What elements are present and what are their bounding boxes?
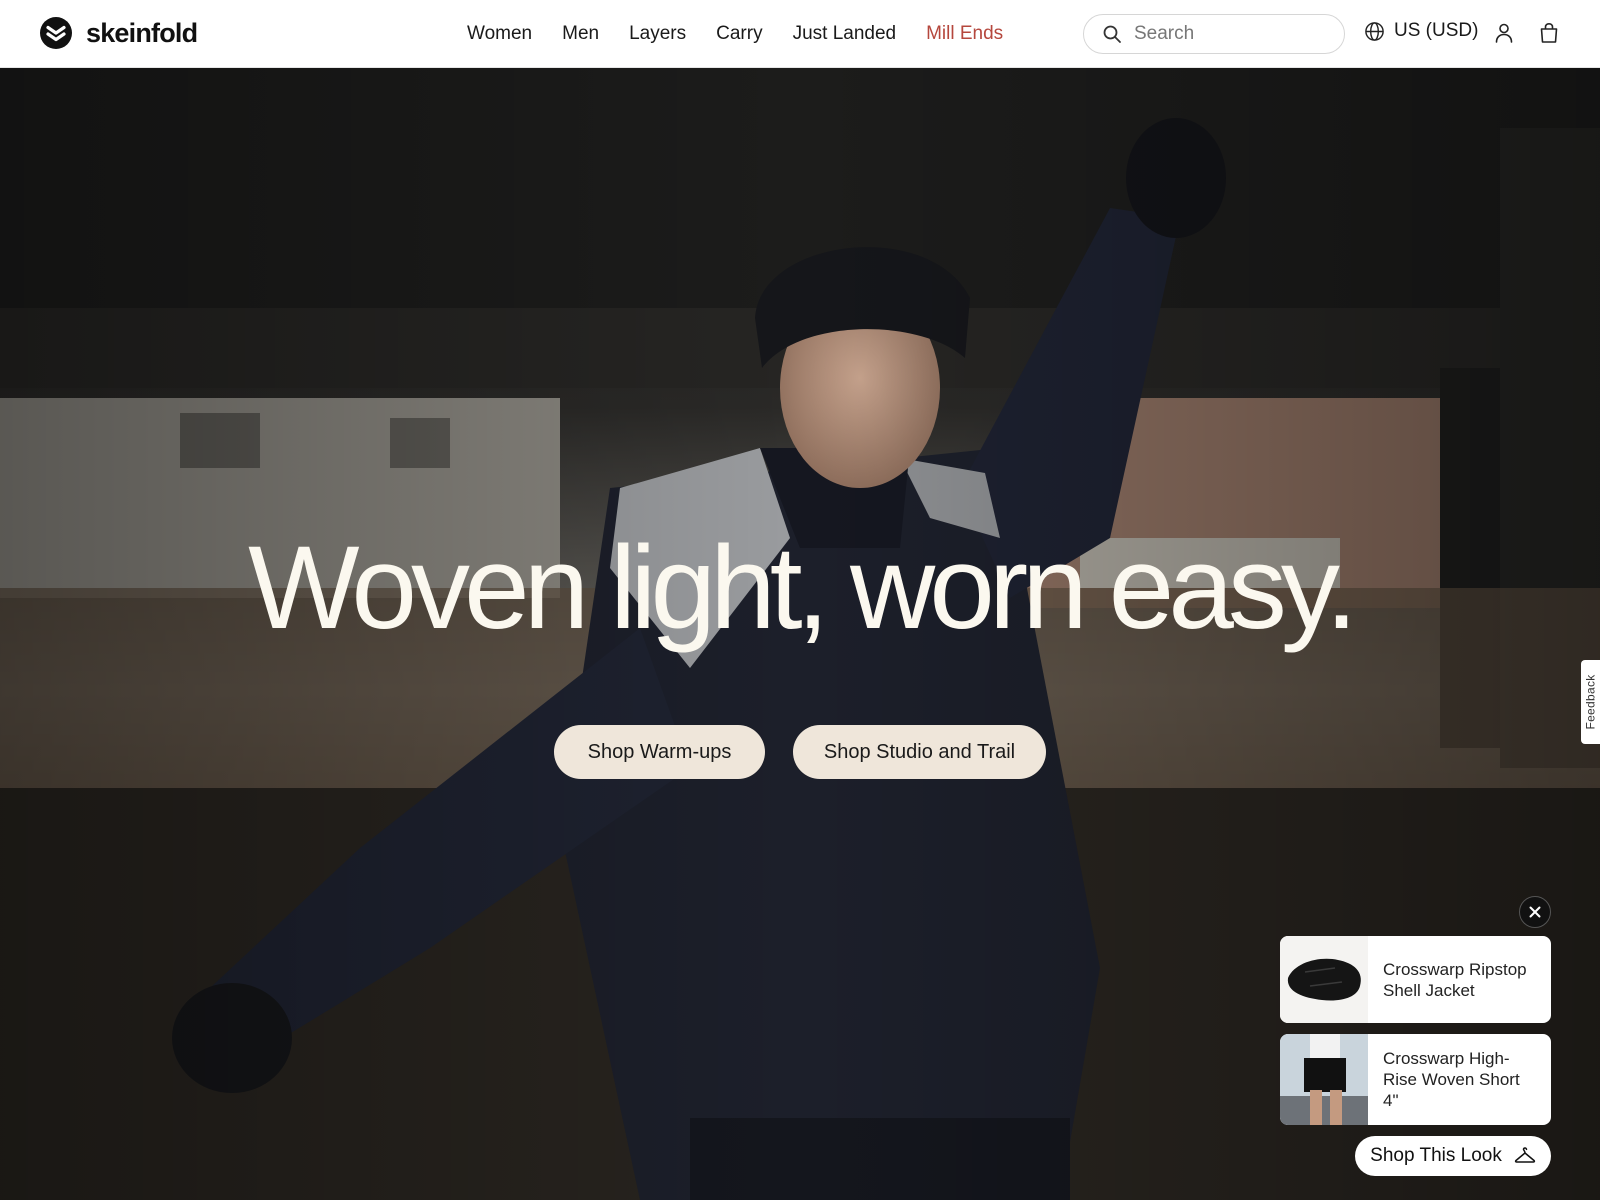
- product-image-jacket: [1280, 936, 1368, 1023]
- product-image-short: [1280, 1034, 1368, 1125]
- close-icon: [1529, 906, 1541, 918]
- search-icon: [1103, 25, 1121, 43]
- locale-selector[interactable]: US (USD): [1364, 20, 1478, 42]
- feedback-tab[interactable]: Feedback: [1581, 660, 1600, 744]
- nav-item-just-landed[interactable]: Just Landed: [793, 23, 897, 45]
- globe-icon: [1365, 21, 1384, 41]
- shop-studio-and-trail-button[interactable]: Shop Studio and Trail: [793, 725, 1046, 779]
- person-icon[interactable]: [1492, 21, 1516, 45]
- hero-banner: Woven light, worn easy. Shop Warm-ups Sh…: [0, 68, 1600, 1200]
- search-box[interactable]: [1083, 14, 1345, 54]
- brand-name: skeinfold: [86, 18, 198, 48]
- product-card-short[interactable]: Crosswarp High-Rise Woven Short 4": [1280, 1034, 1551, 1125]
- shop-this-look-label: Shop This Look: [1370, 1145, 1502, 1166]
- shop-warm-ups-button[interactable]: Shop Warm-ups: [554, 725, 765, 779]
- hanger-icon: [1514, 1147, 1535, 1163]
- product-card-jacket[interactable]: Crosswarp Ripstop Shell Jacket: [1280, 936, 1551, 1023]
- search-input[interactable]: [1134, 23, 1334, 45]
- shopping-bag-icon[interactable]: [1537, 21, 1561, 45]
- product-name-short: Crosswarp High-Rise Woven Short 4": [1383, 1049, 1520, 1110]
- nav-item-men[interactable]: Men: [562, 23, 599, 45]
- nav-item-layers[interactable]: Layers: [629, 23, 686, 45]
- site-header: skeinfold Women Men Layers Carry Just La…: [0, 0, 1600, 68]
- nav-item-women[interactable]: Women: [467, 23, 532, 45]
- chevron-logo-icon: [40, 17, 72, 49]
- main-nav: Women Men Layers Carry Just Landed Mill …: [467, 0, 1003, 68]
- feedback-label: Feedback: [1583, 674, 1598, 730]
- brand-logo[interactable]: skeinfold: [40, 17, 198, 49]
- locale-label: US (USD): [1394, 20, 1479, 41]
- nav-item-carry[interactable]: Carry: [716, 23, 762, 45]
- product-name-jacket: Crosswarp Ripstop Shell Jacket: [1383, 959, 1527, 1000]
- nav-item-mill-ends[interactable]: Mill Ends: [926, 23, 1003, 45]
- hero-headline: Woven light, worn easy.: [248, 522, 1358, 654]
- close-look-button[interactable]: [1519, 896, 1551, 928]
- shop-this-look-button[interactable]: Shop This Look: [1355, 1136, 1551, 1176]
